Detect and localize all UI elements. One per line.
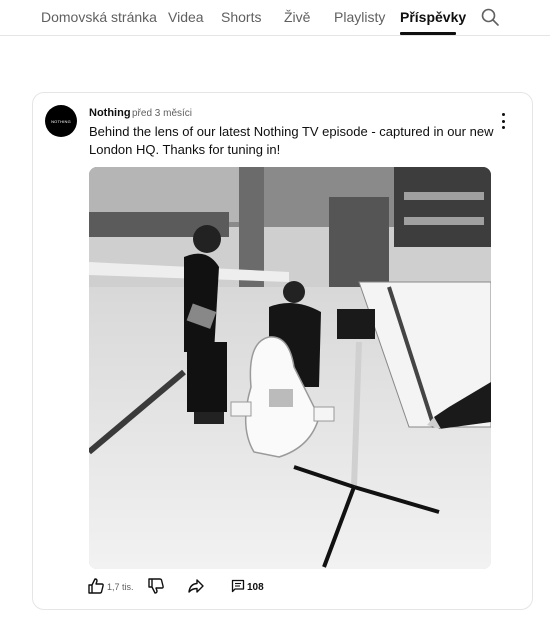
post-text: Behind the lens of our latest Nothing TV…	[89, 124, 494, 157]
share-icon[interactable]	[187, 577, 205, 595]
like-count: 1,7 tis.	[107, 582, 134, 592]
post-card: NOTHING Nothing před 3 měsíci Behind the…	[32, 92, 533, 610]
active-tab-indicator	[400, 32, 456, 35]
post-actions: 1,7 tis. 108	[87, 577, 387, 599]
tab-playlists[interactable]: Playlisty	[334, 9, 385, 25]
thumbs-up-icon[interactable]	[87, 577, 105, 595]
post-image-graphic	[89, 167, 491, 569]
avatar[interactable]: NOTHING	[45, 105, 77, 137]
avatar-text: NOTHING	[51, 118, 71, 124]
channel-tabs: Domovská stránka Videa Shorts Živě Playl…	[0, 0, 550, 36]
post-image[interactable]	[89, 167, 491, 569]
thumbs-down-icon[interactable]	[147, 577, 165, 595]
post-author[interactable]: Nothing	[89, 107, 131, 119]
search-icon[interactable]	[480, 7, 500, 27]
post-time[interactable]: před 3 měsíci	[132, 108, 192, 119]
tab-home[interactable]: Domovská stránka	[41, 9, 157, 25]
comment-icon[interactable]	[231, 579, 245, 593]
tab-posts[interactable]: Příspěvky	[400, 9, 466, 25]
tab-live[interactable]: Živě	[284, 9, 310, 25]
tab-videos[interactable]: Videa	[168, 9, 204, 25]
comment-count[interactable]: 108	[247, 582, 264, 593]
tab-shorts[interactable]: Shorts	[221, 9, 261, 25]
